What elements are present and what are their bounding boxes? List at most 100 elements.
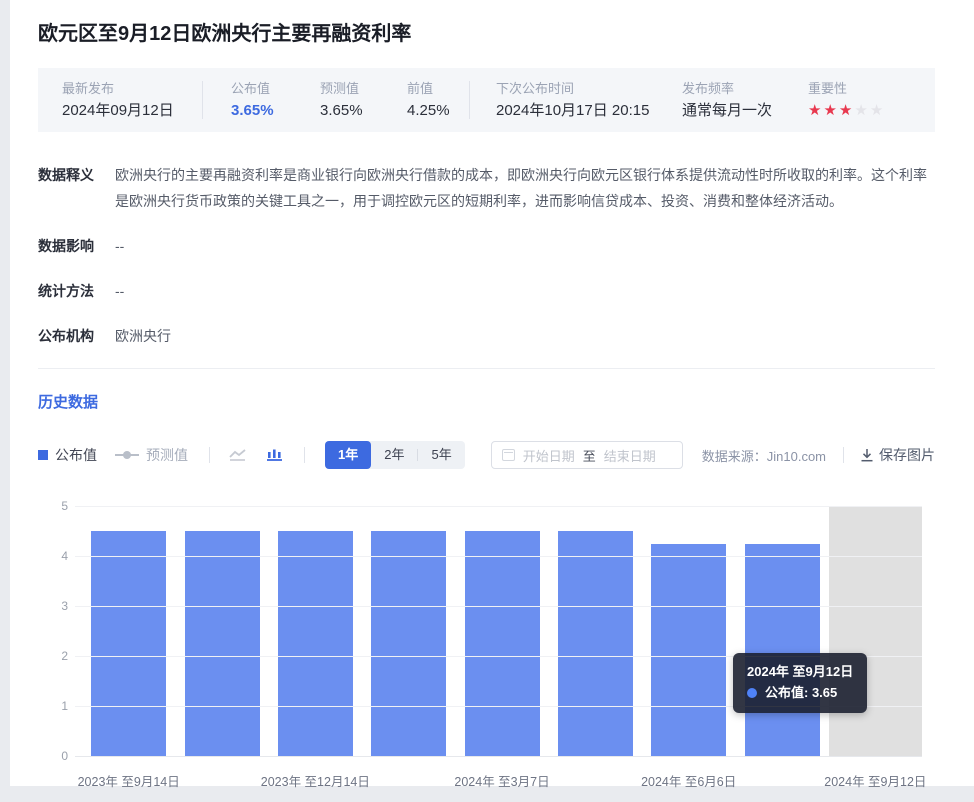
x-axis-tick-label: 2023年 至9月14日 [78,771,180,790]
y-axis-tick-label: 2 [38,648,68,664]
frequency-value: 通常每月一次 [682,102,782,120]
y-axis-tick-label: 5 [38,498,68,514]
summary-divider [202,81,203,119]
bar-published-value[interactable] [558,531,633,756]
published-value: 3.65% [231,102,303,120]
legend-item-forecast[interactable]: 预测值 [115,445,188,465]
impact-text: -- [115,233,935,259]
next-release-value: 2024年10月17日 20:15 [496,102,654,120]
history-bar-chart[interactable]: 2024年 至9月12日 2024年 至6月6日 2024年 至3月7日 2023年 … [38,490,935,802]
summary-bar: 最新发布 2024年09月12日 公布值 3.65% 预测值 3.65% 前值 … [38,68,935,132]
detail-row-impact: 数据影响 -- [38,233,935,259]
controls-divider [304,447,305,463]
chart-gridline [75,556,922,557]
forecast-legend-marker [115,450,139,460]
tooltip-date: 2024年 至9月12日 [747,662,853,682]
page-title: 欧元区至9月12日欧洲央行主要再融资利率 [38,20,945,48]
importance-label: 重要性 [808,81,885,96]
frequency-label: 发布频率 [682,81,782,96]
tooltip-series-dot [747,688,757,698]
importance-block: 重要性 ★★★★★ [808,81,885,120]
x-axis-tick-label: 2024年 至3月7日 [454,771,549,790]
agency-label: 公布机构 [38,323,115,349]
x-axis-tick-label: 2024年 至6月6日 [641,771,736,790]
importance-star-rating: ★★★★★ [808,102,885,120]
bar-published-value[interactable] [371,531,446,756]
bar-published-value[interactable] [278,531,353,756]
line-chart-toggle[interactable] [229,449,247,461]
definition-label: 数据释义 [38,162,115,214]
x-axis-tick-label: 2024年 至9月12日 [824,771,926,790]
bar-chart-toggle[interactable] [267,449,283,461]
latest-release-value: 2024年09月12日 [62,102,202,120]
tab-1-year[interactable]: 1年 [325,441,371,469]
previous-value-block: 前值 4.25% [407,81,469,120]
impact-label: 数据影响 [38,233,115,259]
history-data-heading: 历史数据 [38,391,945,412]
y-axis-tick-label: 1 [38,698,68,714]
star-icon: ★ [823,102,838,120]
summary-divider [469,81,470,119]
published-value-label: 公布值 [231,81,303,96]
definition-text: 欧洲央行的主要再融资利率是商业银行向欧洲央行借款的成本，即欧洲央行向欧元区银行体… [115,162,935,214]
star-icon: ★ [808,102,823,120]
tab-5-year[interactable]: 5年 [418,441,464,469]
controls-divider [843,447,844,463]
date-range-separator: 至 [583,446,596,465]
bar-published-value[interactable] [465,531,540,756]
date-range-picker[interactable]: 开始日期 至 结束日期 [491,441,683,469]
section-divider [38,368,935,369]
y-axis-tick-label: 4 [38,548,68,564]
tooltip-value: 公布值: 3.65 [765,683,837,703]
previous-value: 4.25% [407,102,469,120]
star-icon: ★ [854,102,869,120]
method-text: -- [115,278,935,304]
data-source-text: 数据来源：Jin10.com [702,446,826,465]
hover-highlight-band [829,506,922,756]
legend-item-published[interactable]: 公布值 [38,445,97,465]
chart-gridline [75,606,922,607]
chart-gridline [75,506,922,507]
forecast-value: 3.65% [320,102,392,120]
bar-published-value[interactable] [651,544,726,757]
bar-chart-icon [267,449,283,461]
line-chart-icon [229,449,247,461]
detail-row-method: 统计方法 -- [38,278,935,304]
latest-release-block: 最新发布 2024年09月12日 [62,81,202,120]
x-axis-tick-label: 2023年 至12月14日 [261,771,370,790]
controls-divider [209,447,210,463]
calendar-icon [502,449,515,461]
bar-published-value[interactable] [91,531,166,756]
published-legend-label: 公布值 [55,445,97,465]
detail-row-definition: 数据释义 欧洲央行的主要再融资利率是商业银行向欧洲央行借款的成本，即欧洲央行向欧… [38,162,935,214]
forecast-value-block: 预测值 3.65% [320,81,392,120]
star-icon: ★ [839,102,854,120]
end-date-placeholder[interactable]: 结束日期 [604,446,656,465]
method-label: 统计方法 [38,278,115,304]
star-icon: ★ [870,102,885,120]
chart-tooltip: 2024年 至9月12日 公布值: 3.65 [733,653,867,713]
bar-published-value[interactable] [185,531,260,756]
y-axis-tick-label: 3 [38,598,68,614]
published-legend-marker [38,450,48,460]
chart-controls: 公布值 预测值 1年 2年 [38,441,935,469]
published-value-block: 公布值 3.65% [231,81,303,120]
download-icon [860,448,874,462]
agency-text: 欧洲央行 [115,323,935,349]
detail-rows: 数据释义 欧洲央行的主要再融资利率是商业银行向欧洲央行借款的成本，即欧洲央行向欧… [38,162,935,349]
save-image-button[interactable]: 保存图片 [860,445,935,465]
forecast-value-label: 预测值 [320,81,392,96]
bar-published-value[interactable] [745,544,820,757]
start-date-placeholder[interactable]: 开始日期 [523,446,575,465]
forecast-legend-label: 预测值 [146,445,188,465]
previous-value-label: 前值 [407,81,469,96]
range-tab-group: 1年 2年 5年 [325,441,465,469]
chart-gridline [75,756,922,757]
data-detail-card: 欧元区至9月12日欧洲央行主要再融资利率 最新发布 2024年09月12日 公布… [10,0,974,786]
next-release-block: 下次公布时间 2024年10月17日 20:15 [496,81,654,120]
tab-2-year[interactable]: 2年 [371,441,417,469]
latest-release-label: 最新发布 [62,81,202,96]
y-axis-tick-label: 0 [38,748,68,764]
frequency-block: 发布频率 通常每月一次 [682,81,782,120]
detail-row-agency: 公布机构 欧洲央行 [38,323,935,349]
